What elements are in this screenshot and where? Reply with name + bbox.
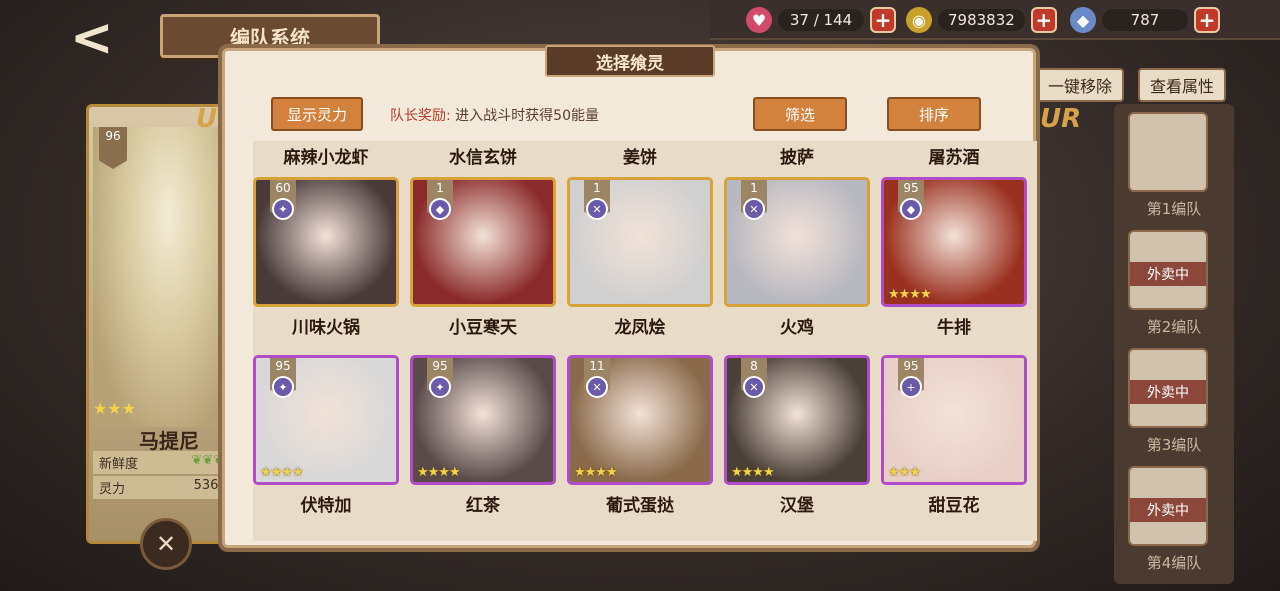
element-icon: ✕ (586, 198, 608, 220)
card-name: 披萨 (780, 148, 814, 168)
team-slot-1[interactable] (1128, 112, 1208, 192)
card-name: 麻辣小龙虾 (283, 148, 369, 168)
freshness-row: 新鲜度 ❦❦❦❦ (93, 451, 241, 474)
card-name: 屠苏酒 (928, 148, 980, 168)
rarity-badge: UR (1040, 104, 1082, 134)
team-label: 第4编队 (1146, 554, 1202, 572)
leader-portrait (93, 127, 243, 427)
card-name: 葡式蛋挞 (606, 496, 674, 516)
element-icon: + (900, 376, 922, 398)
fork-knife-icon[interactable]: ✕ (140, 518, 192, 570)
delivery-status: 外卖中 (1130, 380, 1206, 404)
view-attributes-button[interactable]: 查看属性 (1138, 68, 1227, 102)
team-label: 第3编队 (1146, 436, 1202, 454)
star-rating: ★★★ (888, 465, 921, 480)
star-rating: ★★★★ (260, 465, 304, 480)
card-name: 汉堡 (780, 496, 814, 516)
element-icon: ✕ (586, 376, 608, 398)
element-icon: ✕ (743, 376, 765, 398)
crystal-value: 787 (1102, 9, 1188, 31)
leader-bonus-label: 队长奖励: (390, 108, 451, 124)
character-card[interactable]: 95 ✦ ★★★★ (253, 355, 399, 485)
character-card[interactable]: 1 ◆ (410, 177, 556, 307)
team-label: 第2编队 (1146, 318, 1202, 336)
card-name: 水信玄饼 (449, 148, 517, 168)
team-label: 第1编队 (1146, 200, 1202, 218)
character-card[interactable]: 1 ✕ (724, 177, 870, 307)
character-grid: 麻辣小龙虾 水信玄饼 姜饼 披萨 屠苏酒 60 ✦ 川味火锅 1 ◆ 小豆寒天 1 ✕ 龙凤烩 1… (253, 141, 1037, 541)
team-slot-2[interactable]: 外卖中 (1128, 230, 1208, 310)
dialog-toolbar: 显示灵力 队长奖励: 进入战斗时获得50能量 筛选 排序 (245, 97, 1013, 133)
select-character-dialog: 选择飨灵 显示灵力 队长奖励: 进入战斗时获得50能量 筛选 排序 麻辣小龙虾 … (222, 45, 1037, 548)
card-name: 红茶 (466, 496, 500, 516)
card-name: 小豆寒天 (449, 318, 517, 338)
delivery-status: 外卖中 (1130, 262, 1206, 286)
team-slot-3[interactable]: 外卖中 (1128, 348, 1208, 428)
back-button[interactable]: < (70, 12, 140, 68)
team-slot-4[interactable]: 外卖中 (1128, 466, 1208, 546)
character-card[interactable]: 95 + ★★★ (881, 355, 1027, 485)
card-name: 甜豆花 (928, 496, 980, 516)
element-icon: ✦ (272, 376, 294, 398)
heart-icon: ♥ (746, 7, 772, 33)
character-card[interactable]: 95 ◆ ★★★★ (881, 177, 1027, 307)
card-name: 姜饼 (623, 148, 657, 168)
leader-bonus-text: 进入战斗时获得50能量 (455, 108, 599, 124)
character-card[interactable]: 1 ✕ (567, 177, 713, 307)
character-card[interactable]: 60 ✦ (253, 177, 399, 307)
freshness-label: 新鲜度 (99, 457, 139, 472)
power-row: 灵力 53648 (93, 476, 241, 499)
leader-stars: ★★★ (93, 399, 137, 418)
element-icon: ✕ (743, 198, 765, 220)
dialog-title: 选择飨灵 (545, 45, 715, 77)
card-name: 牛排 (937, 318, 971, 338)
leader-bonus: 队长奖励: 进入战斗时获得50能量 (390, 105, 599, 125)
remove-all-button[interactable]: 一键移除 (1036, 68, 1125, 102)
resource-bar: ♥ 37 / 144 + ◉ 7983832 + ◆ 787 + (710, 0, 1280, 40)
character-card[interactable]: 8 ✕ ★★★★ (724, 355, 870, 485)
element-icon: ◆ (429, 198, 451, 220)
element-icon: ✦ (272, 198, 294, 220)
character-card[interactable]: 95 ✦ ★★★★ (410, 355, 556, 485)
crystal-resource: ◆ 787 + (1070, 6, 1220, 34)
crystal-icon: ◆ (1070, 7, 1096, 33)
card-name: 火鸡 (780, 318, 814, 338)
card-name: 川味火锅 (292, 318, 360, 338)
add-gold-button[interactable]: + (1030, 7, 1057, 33)
star-rating: ★★★★ (417, 465, 461, 480)
coin-icon: ◉ (906, 7, 932, 33)
sort-button[interactable]: 排序 (887, 97, 981, 131)
card-name: 龙凤烩 (614, 318, 666, 338)
star-rating: ★★★★ (888, 287, 932, 302)
card-name: 伏特加 (300, 496, 352, 516)
team-list: 第1编队 外卖中 第2编队 外卖中 第3编队 外卖中 第4编队 (1114, 104, 1234, 584)
stamina-resource: ♥ 37 / 144 + (746, 6, 896, 34)
add-crystal-button[interactable]: + (1194, 7, 1220, 33)
power-label: 灵力 (99, 482, 126, 497)
element-icon: ◆ (900, 198, 922, 220)
star-rating: ★★★★ (574, 465, 618, 480)
filter-button[interactable]: 筛选 (753, 97, 847, 131)
leader-stats: 新鲜度 ❦❦❦❦ 灵力 53648 (93, 449, 241, 499)
gold-value: 7983832 (938, 9, 1025, 31)
element-icon: ✦ (429, 376, 451, 398)
show-power-button[interactable]: 显示灵力 (271, 97, 364, 131)
leader-level: 96 (99, 127, 127, 169)
star-rating: ★★★★ (731, 465, 775, 480)
delivery-status: 外卖中 (1130, 498, 1206, 522)
stamina-value: 37 / 144 (778, 9, 864, 31)
character-card[interactable]: 11 ✕ ★★★★ (567, 355, 713, 485)
gold-resource: ◉ 7983832 + (906, 6, 1057, 34)
add-stamina-button[interactable]: + (870, 7, 896, 33)
